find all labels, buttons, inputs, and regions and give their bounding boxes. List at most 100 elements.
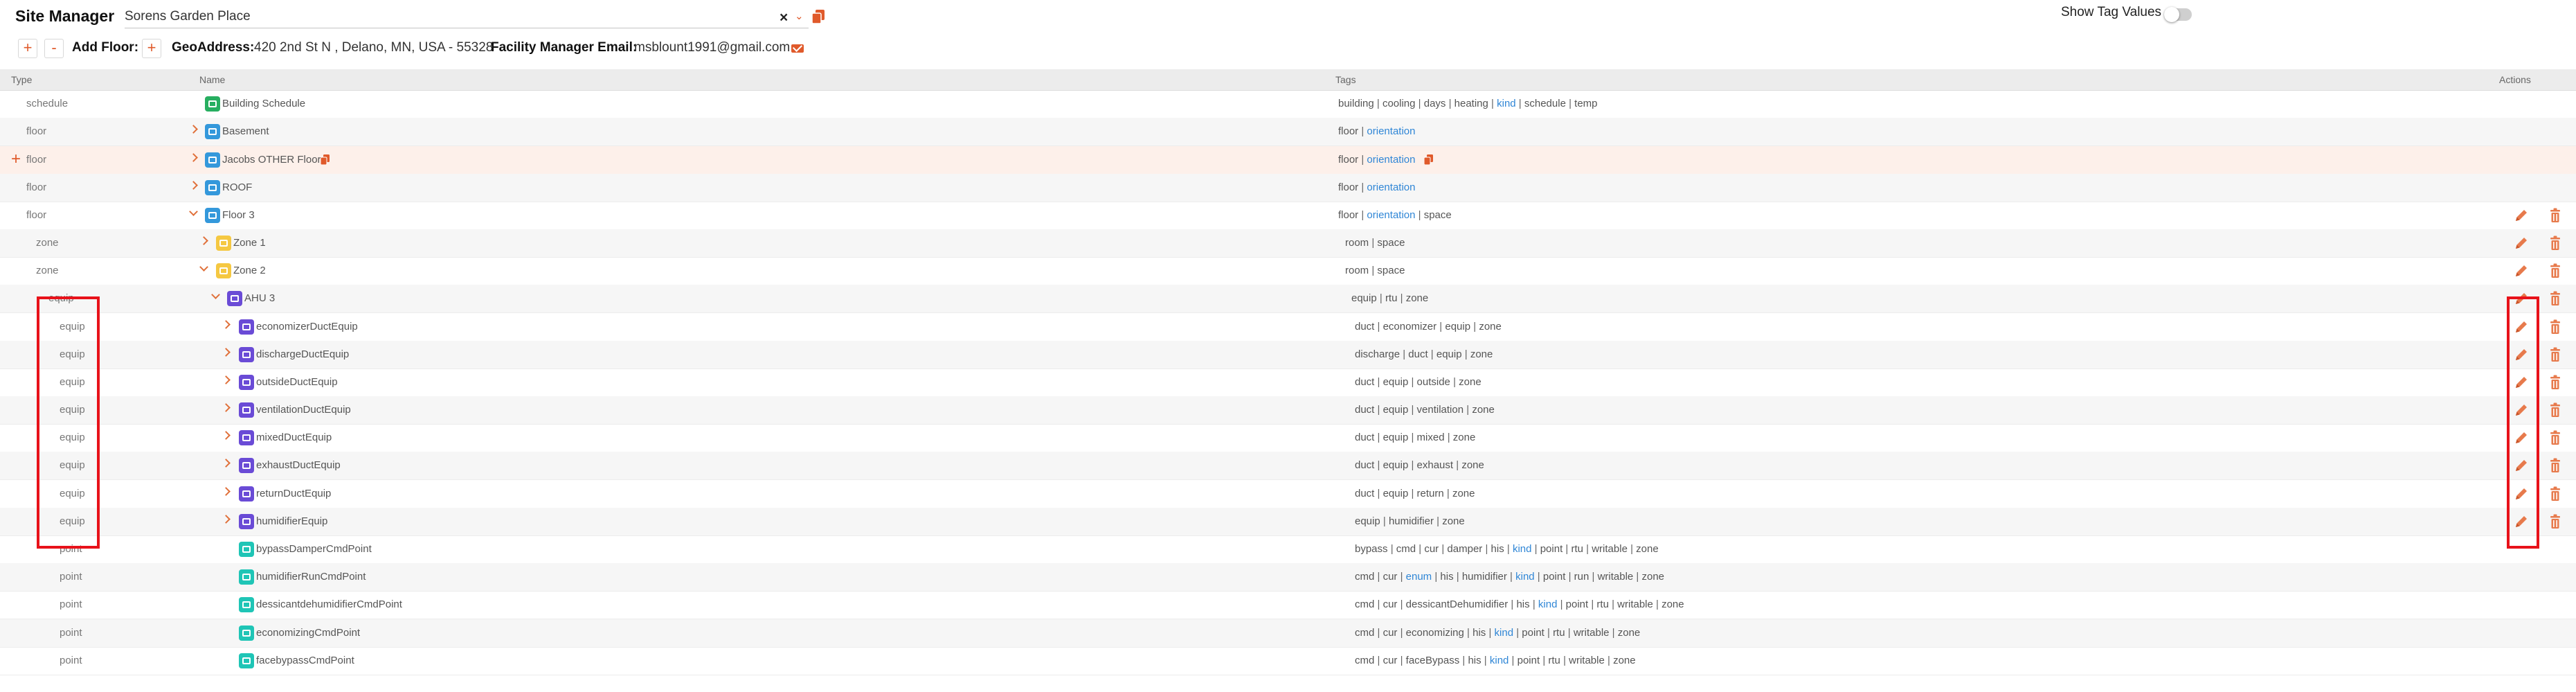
edit-icon[interactable]	[2514, 291, 2529, 306]
trash-icon[interactable]	[2550, 458, 2561, 473]
trash-icon[interactable]	[2550, 402, 2561, 418]
row-name[interactable]: humidifierEquip	[256, 515, 327, 527]
copy-icon[interactable]	[811, 9, 825, 24]
table-row[interactable]: equip mixedDuctEquip duct | equip | mixed …	[0, 424, 2576, 452]
edit-icon[interactable]	[2514, 458, 2529, 473]
mail-icon[interactable]	[791, 44, 804, 53]
table-row[interactable]: zone Zone 1 room | space	[0, 229, 2576, 258]
tag-link[interactable]: orientation	[1367, 181, 1415, 193]
edit-icon[interactable]	[2514, 347, 2529, 362]
table-row[interactable]: equip AHU 3 equip | rtu | zone	[0, 285, 2576, 313]
trash-icon[interactable]	[2550, 208, 2561, 223]
table-row[interactable]: point humidifierRunCmdPoint cmd | cur | en…	[0, 563, 2576, 592]
tag-link[interactable]: kind	[1513, 543, 1532, 555]
table-row[interactable]: + floor Jacobs OTHER Floor floor | orientat…	[0, 146, 2576, 175]
table-row[interactable]: equip returnDuctEquip duct | equip | retur…	[0, 480, 2576, 508]
row-name[interactable]: dessicantdehumidifierCmdPoint	[256, 598, 402, 610]
table-row[interactable]: equip humidifierEquip equip | humidifier |…	[0, 508, 2576, 536]
table-row[interactable]: schedule Building Schedule building | cool…	[0, 90, 2576, 118]
row-name[interactable]: Floor 3	[222, 209, 255, 221]
expand-chevron-icon[interactable]	[222, 459, 231, 468]
tag-link[interactable]: enum	[1406, 571, 1432, 583]
collapse-chevron-icon[interactable]	[211, 290, 220, 299]
edit-icon[interactable]	[2514, 486, 2529, 502]
row-name[interactable]: outsideDuctEquip	[256, 376, 338, 388]
table-row[interactable]: equip dischargeDuctEquip discharge | duct …	[0, 341, 2576, 369]
table-row[interactable]: equip economizerDuctEquip duct | economize…	[0, 313, 2576, 341]
add-floor-button[interactable]: +	[142, 39, 161, 58]
expand-chevron-icon[interactable]	[222, 348, 231, 357]
table-row[interactable]: equip ventilationDuctEquip duct | equip | …	[0, 396, 2576, 425]
edit-icon[interactable]	[2514, 375, 2529, 390]
trash-icon[interactable]	[2550, 236, 2561, 251]
row-name[interactable]: exhaustDuctEquip	[256, 459, 341, 471]
trash-icon[interactable]	[2550, 291, 2561, 306]
row-name[interactable]: ROOF	[222, 181, 252, 193]
trash-icon[interactable]	[2550, 347, 2561, 362]
row-name[interactable]: Zone 2	[233, 265, 266, 276]
expand-chevron-icon[interactable]	[189, 153, 198, 162]
row-name[interactable]: ventilationDuctEquip	[256, 404, 351, 416]
table-row[interactable]: equip outsideDuctEquip duct | equip | outs…	[0, 369, 2576, 397]
expand-chevron-icon[interactable]	[189, 125, 198, 134]
edit-icon[interactable]	[2514, 514, 2529, 529]
row-name[interactable]: Building Schedule	[222, 98, 305, 109]
table-row[interactable]: zone Zone 2 room | space	[0, 257, 2576, 285]
expand-chevron-icon[interactable]	[222, 515, 231, 524]
row-name[interactable]: mixedDuctEquip	[256, 432, 332, 443]
table-row[interactable]: point dessicantdehumidifierCmdPoint cmd | …	[0, 591, 2576, 619]
table-row[interactable]: floor Floor 3 floor | orientation | space	[0, 202, 2576, 230]
tag-link[interactable]: kind	[1497, 98, 1516, 109]
edit-icon[interactable]	[2514, 208, 2529, 223]
row-name[interactable]: economizerDuctEquip	[256, 321, 358, 332]
trash-icon[interactable]	[2550, 514, 2561, 529]
row-name[interactable]: dischargeDuctEquip	[256, 348, 349, 360]
row-name[interactable]: Zone 1	[233, 237, 266, 249]
expand-all-button[interactable]: +	[18, 39, 37, 58]
collapse-all-button[interactable]: -	[44, 39, 64, 58]
edit-icon[interactable]	[2514, 430, 2529, 445]
tag-link[interactable]: kind	[1538, 598, 1558, 610]
edit-icon[interactable]	[2514, 263, 2529, 278]
chevron-down-icon[interactable]: ⌄	[795, 10, 804, 22]
row-name[interactable]: AHU 3	[244, 292, 275, 304]
expand-chevron-icon[interactable]	[222, 320, 231, 329]
row-name[interactable]: Basement	[222, 125, 269, 137]
table-row[interactable]: point bypassDamperCmdPoint bypass | cmd | …	[0, 535, 2576, 564]
tag-link[interactable]: orientation	[1367, 125, 1415, 137]
clear-icon[interactable]: ×	[780, 10, 788, 26]
tag-link[interactable]: kind	[1515, 571, 1535, 583]
expand-chevron-icon[interactable]	[222, 375, 231, 384]
expand-chevron-icon[interactable]	[199, 236, 208, 245]
trash-icon[interactable]	[2550, 375, 2561, 390]
expand-chevron-icon[interactable]	[222, 403, 231, 412]
expand-chevron-icon[interactable]	[222, 431, 231, 440]
row-name[interactable]: returnDuctEquip	[256, 488, 331, 499]
add-child-icon[interactable]: +	[11, 151, 21, 168]
edit-icon[interactable]	[2514, 402, 2529, 418]
copy-icon[interactable]	[321, 154, 330, 165]
tag-link[interactable]: kind	[1490, 655, 1509, 666]
table-row[interactable]: equip exhaustDuctEquip duct | equip | exha…	[0, 452, 2576, 480]
expand-chevron-icon[interactable]	[222, 487, 231, 496]
trash-icon[interactable]	[2550, 319, 2561, 335]
trash-icon[interactable]	[2550, 486, 2561, 502]
trash-icon[interactable]	[2550, 430, 2561, 445]
row-name[interactable]: humidifierRunCmdPoint	[256, 571, 366, 583]
tag-link[interactable]: kind	[1495, 627, 1514, 639]
row-name[interactable]: facebypassCmdPoint	[256, 655, 354, 666]
table-row[interactable]: floor Basement floor | orientation	[0, 118, 2576, 146]
site-select[interactable]: Sorens Garden Place × ⌄	[125, 7, 809, 28]
collapse-chevron-icon[interactable]	[189, 207, 198, 216]
collapse-chevron-icon[interactable]	[199, 263, 208, 272]
tag-link[interactable]: orientation	[1367, 209, 1415, 221]
tag-link[interactable]: orientation	[1367, 154, 1415, 166]
table-row[interactable]: point economizingCmdPoint cmd | cur | econ…	[0, 619, 2576, 648]
row-name[interactable]: Jacobs OTHER Floor	[222, 154, 321, 166]
expand-chevron-icon[interactable]	[189, 181, 198, 190]
edit-icon[interactable]	[2514, 319, 2529, 335]
row-name[interactable]: bypassDamperCmdPoint	[256, 543, 372, 555]
edit-icon[interactable]	[2514, 236, 2529, 251]
show-tag-values-toggle[interactable]	[2164, 7, 2192, 22]
table-row[interactable]: point facebypassCmdPoint cmd | cur | faceB…	[0, 647, 2576, 675]
